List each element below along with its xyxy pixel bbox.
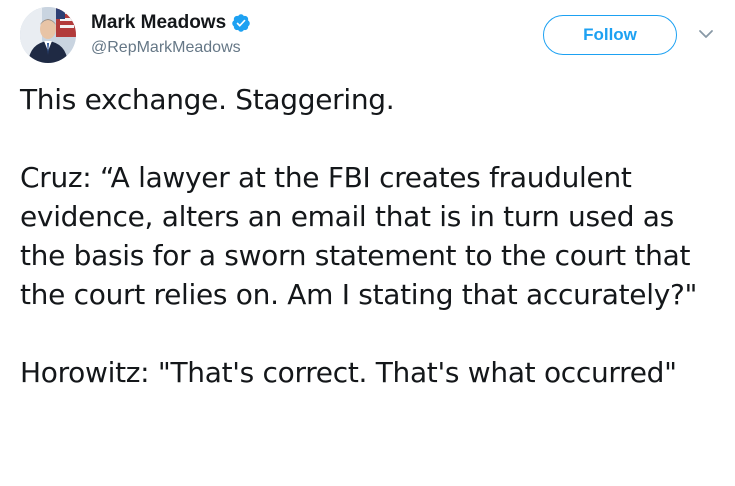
author-display-name[interactable]: Mark Meadows (91, 11, 226, 35)
author-info: Mark Meadows @RepMarkMeadows (91, 11, 251, 59)
avatar-image (20, 7, 76, 63)
follow-button[interactable]: Follow (543, 15, 677, 55)
tweet-card: Mark Meadows @RepMarkMeadows Follow This… (0, 0, 735, 486)
tweet-paragraph: Cruz: “A lawyer at the FBI creates fraud… (20, 161, 698, 311)
avatar[interactable] (20, 7, 76, 63)
verified-badge-icon (231, 13, 251, 33)
chevron-down-icon[interactable] (697, 27, 715, 41)
tweet-text: This exchange. Staggering. Cruz: “A lawy… (20, 80, 720, 392)
author-name-row: Mark Meadows (91, 11, 251, 35)
author-handle[interactable]: @RepMarkMeadows (91, 37, 251, 59)
tweet-paragraph: This exchange. Staggering. (20, 83, 395, 116)
tweet-paragraph: Horowitz: "That's correct. That's what o… (20, 356, 677, 389)
